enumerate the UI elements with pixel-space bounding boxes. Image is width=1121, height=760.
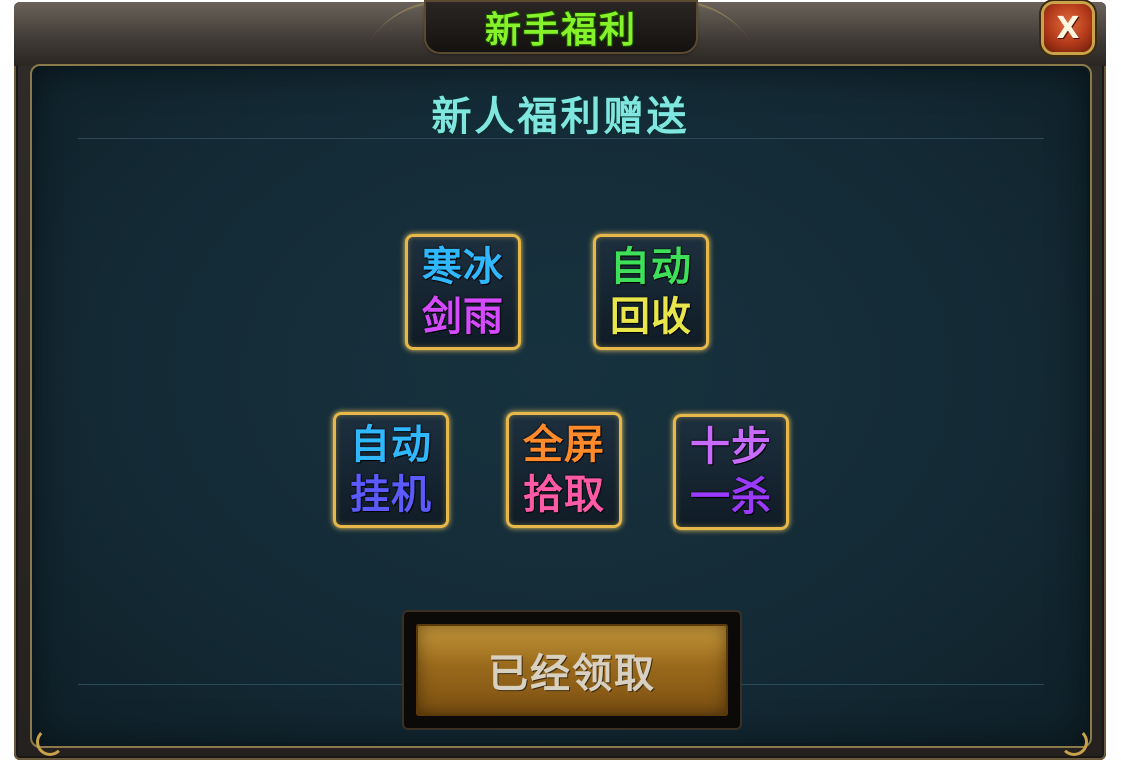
- claimed-button[interactable]: 已经领取: [404, 612, 740, 728]
- claimed-button-face: 已经领取: [416, 624, 728, 716]
- panel-corner-ornament-left: [36, 728, 64, 756]
- reward-card-title: 全屏: [523, 422, 605, 468]
- reward-card-subtitle: 一杀: [690, 474, 772, 520]
- reward-card-subtitle: 挂机: [350, 472, 432, 518]
- reward-card-auto-hangup[interactable]: 自动 挂机: [333, 412, 449, 528]
- window-title: 新手福利: [484, 10, 637, 51]
- panel-corner-ornament-right: [1060, 728, 1088, 756]
- reward-card-title: 十步: [690, 424, 772, 470]
- heading-divider: [78, 138, 1044, 139]
- claimed-button-label: 已经领取: [488, 651, 656, 697]
- reward-card-title: 自动: [610, 244, 692, 290]
- reward-card-fullscreen-pickup[interactable]: 全屏 拾取: [506, 412, 622, 528]
- reward-card-subtitle: 回收: [610, 294, 692, 340]
- close-icon: X: [1056, 10, 1080, 46]
- reward-card-hanbing-jianyu[interactable]: 寒冰 剑雨: [405, 234, 521, 350]
- reward-card-ten-step-kill[interactable]: 十步 一杀: [673, 414, 789, 530]
- game-screen: 新手福利 X 新人福利赠送 寒冰 剑雨 自动 回收 自动 挂机 全屏 拾取 十步…: [0, 0, 1121, 760]
- reward-card-subtitle: 拾取: [523, 472, 605, 518]
- reward-card-auto-recycle[interactable]: 自动 回收: [593, 234, 709, 350]
- reward-card-title: 自动: [350, 422, 432, 468]
- window-title-tab: 新手福利: [426, 2, 696, 52]
- close-button[interactable]: X: [1044, 4, 1092, 52]
- reward-card-subtitle: 剑雨: [422, 294, 504, 340]
- reward-card-title: 寒冰: [422, 244, 504, 290]
- panel-heading: 新人福利赠送: [431, 94, 690, 140]
